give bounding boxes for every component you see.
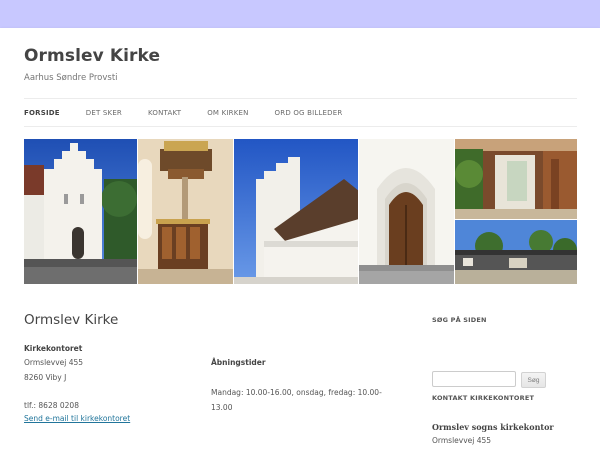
page-container: Ormslev Kirke Aarhus Søndre Provsti FORS… xyxy=(0,28,600,450)
banner-image-doorway xyxy=(359,139,455,284)
office-heading: Kirkekontoret xyxy=(24,344,83,353)
opening-hours-heading: Åbningstider xyxy=(211,358,266,367)
site-title[interactable]: Ormslev Kirke xyxy=(24,46,160,66)
address-line-2: 8260 Viby J xyxy=(24,373,67,382)
banner-image-stack xyxy=(455,139,577,284)
nav-item-ord-og-billeder[interactable]: ORD OG BILLEDER xyxy=(275,109,343,117)
site-description: Aarhus Søndre Provsti xyxy=(24,73,118,83)
nav-item-om-kirken[interactable]: OM KIRKEN xyxy=(207,109,248,117)
header-banner xyxy=(24,139,577,284)
banner-image-modern-building xyxy=(455,220,577,284)
nav-item-det-sker[interactable]: DET SKER xyxy=(86,109,122,117)
banner-image-corridor xyxy=(455,139,577,219)
contact-widget-title: KONTAKT KIRKEKONTORET xyxy=(432,394,535,402)
banner-image-church-tower xyxy=(24,139,137,284)
nav-item-forside[interactable]: FORSIDE xyxy=(24,109,60,117)
email-office-link[interactable]: Send e-mail til kirkekontoret xyxy=(24,414,130,423)
banner-image-pulpit xyxy=(137,139,233,284)
contact-address: Ormslevvej 455 xyxy=(432,436,492,445)
content-title: Ormslev Kirke xyxy=(24,312,119,328)
search-input[interactable] xyxy=(432,371,516,387)
search-button[interactable]: Søg xyxy=(521,372,546,388)
search-widget-title: SØG PÅ SIDEN xyxy=(432,316,487,324)
opening-hours-text: Mandag: 10.00-16.00, onsdag, fredag: 10.… xyxy=(211,388,382,412)
contact-name: Ormslev sogns kirkekontor xyxy=(432,422,554,432)
phone-number: tlf.: 8628 0208 xyxy=(24,401,79,410)
address-line-1: Ormslevvej 455 xyxy=(24,358,84,367)
main-navigation: FORSIDE DET SKER KONTAKT OM KIRKEN ORD O… xyxy=(24,98,577,127)
nav-item-kontakt[interactable]: KONTAKT xyxy=(148,109,181,117)
banner-image-gable xyxy=(233,139,359,284)
